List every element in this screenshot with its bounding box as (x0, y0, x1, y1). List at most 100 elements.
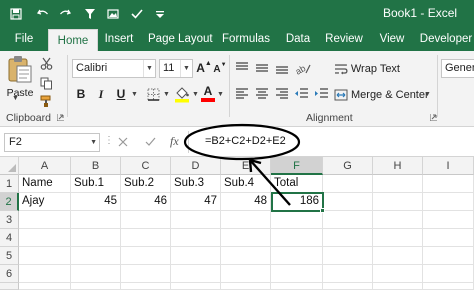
paste-button[interactable]: Paste (4, 55, 36, 109)
cell-b1[interactable]: Sub.1 (71, 175, 121, 193)
column-header-b[interactable]: B (71, 157, 121, 175)
enter-icon[interactable] (142, 134, 158, 150)
font-size-select[interactable]: 11 ▼ (159, 59, 193, 78)
orientation-icon[interactable]: ab (294, 61, 312, 75)
row-header-1[interactable]: 1 (0, 175, 19, 193)
grid-cell[interactable] (19, 265, 71, 283)
cut-icon[interactable] (38, 55, 54, 71)
format-painter-icon[interactable] (38, 93, 54, 109)
clipboard-launcher-icon[interactable] (55, 112, 65, 122)
check-icon[interactable] (127, 0, 147, 27)
decrease-indent-icon[interactable] (294, 87, 310, 101)
grid-cell[interactable] (221, 265, 271, 283)
grid-cell[interactable] (373, 229, 423, 247)
cell-f1[interactable]: Total (271, 175, 323, 193)
underline-button[interactable]: U (112, 84, 130, 104)
grid-cell[interactable] (71, 283, 121, 290)
borders-dropdown-icon[interactable]: ▼ (163, 91, 170, 98)
grid-cell[interactable] (423, 247, 474, 265)
grid-cell[interactable] (171, 229, 221, 247)
grid-cell[interactable] (121, 283, 171, 290)
grid-cell[interactable] (423, 175, 474, 193)
grid-cell[interactable] (373, 265, 423, 283)
grid-cell[interactable] (71, 229, 121, 247)
grid-cell[interactable] (373, 175, 423, 193)
align-top-icon[interactable] (234, 61, 250, 75)
row-header-2[interactable]: 2 (0, 193, 19, 211)
column-header-f[interactable]: F (271, 157, 323, 175)
cancel-icon[interactable] (115, 134, 131, 150)
redo-icon[interactable] (55, 0, 75, 27)
grid-cell[interactable] (171, 283, 221, 290)
grid-cell[interactable] (323, 247, 373, 265)
grid-cell[interactable] (323, 283, 373, 290)
insert-function-icon[interactable]: fx (170, 134, 179, 149)
paste-dropdown-icon[interactable]: ▼ (12, 95, 19, 102)
formula-input[interactable]: =B2+C2+D2+E2 (205, 135, 286, 147)
grid-cell[interactable] (323, 193, 373, 211)
cell-a2[interactable]: Ajay (19, 193, 71, 211)
grid-cell[interactable] (71, 247, 121, 265)
grid-cell[interactable] (19, 247, 71, 265)
undo-icon[interactable] (33, 0, 53, 27)
customize-icon[interactable] (150, 0, 170, 27)
grid-cell[interactable] (373, 283, 423, 290)
cell-a1[interactable]: Name (19, 175, 71, 193)
grid-cell[interactable] (271, 265, 323, 283)
row-header-7[interactable] (0, 283, 19, 290)
fill-color-icon[interactable] (172, 83, 192, 105)
align-left-icon[interactable] (234, 87, 250, 101)
grid-cell[interactable] (171, 211, 221, 229)
grid-cell[interactable] (221, 229, 271, 247)
grid-cell[interactable] (373, 247, 423, 265)
tab-developer[interactable]: Developer (418, 27, 474, 51)
row-header-3[interactable]: 3 (0, 211, 19, 229)
tab-formulas[interactable]: Formulas (222, 27, 270, 51)
wrap-text-button[interactable]: Wrap Text (334, 59, 400, 79)
tab-file[interactable]: File (8, 27, 40, 51)
row-header-5[interactable]: 5 (0, 247, 19, 265)
column-header-e[interactable]: E (221, 157, 271, 175)
grid-cell[interactable] (171, 247, 221, 265)
grid-cell[interactable] (323, 265, 373, 283)
column-header-d[interactable]: D (171, 157, 221, 175)
borders-icon[interactable] (143, 85, 163, 103)
grid-cell[interactable] (271, 211, 323, 229)
column-header-g[interactable]: G (323, 157, 373, 175)
cell-b2[interactable]: 45 (71, 193, 121, 211)
number-format-select[interactable]: Genera (441, 59, 474, 78)
column-header-c[interactable]: C (121, 157, 171, 175)
grid-cell[interactable] (171, 265, 221, 283)
tab-page-layout[interactable]: Page Layout (148, 27, 213, 51)
grid-cell[interactable] (271, 283, 323, 290)
merge-center-dropdown-icon[interactable]: ▼ (424, 91, 431, 98)
grid-cell[interactable] (423, 229, 474, 247)
fill-handle[interactable] (320, 208, 325, 213)
tab-home[interactable]: Home (48, 29, 98, 51)
font-color-dropdown-icon[interactable]: ▼ (217, 91, 224, 98)
cell-d1[interactable]: Sub.3 (171, 175, 221, 193)
grid-cell[interactable] (423, 283, 474, 290)
name-box[interactable]: F2 ▼ (4, 133, 100, 152)
column-header-i[interactable]: I (423, 157, 474, 175)
cell-e1[interactable]: Sub.4 (221, 175, 271, 193)
grid-cell[interactable] (373, 193, 423, 211)
grid-cell[interactable] (323, 229, 373, 247)
font-name-select[interactable]: Calibri ▼ (72, 59, 156, 78)
align-right-icon[interactable] (274, 87, 290, 101)
merge-center-button[interactable]: Merge & Center (334, 85, 432, 105)
grid-cell[interactable] (271, 229, 323, 247)
tab-insert[interactable]: Insert (100, 27, 138, 51)
align-bottom-icon[interactable] (274, 61, 290, 75)
grid-cell[interactable] (19, 229, 71, 247)
grid-cell[interactable] (71, 211, 121, 229)
shrink-font-button[interactable]: A ▼ (212, 61, 228, 77)
grid-cell[interactable] (271, 247, 323, 265)
grid-cell[interactable] (71, 265, 121, 283)
cell-d2[interactable]: 47 (171, 193, 221, 211)
bold-button[interactable]: B (72, 84, 90, 104)
align-middle-icon[interactable] (254, 61, 270, 75)
column-header-a[interactable]: A (19, 157, 71, 175)
font-color-icon[interactable]: A (200, 82, 216, 104)
row-header-6[interactable]: 6 (0, 265, 19, 283)
